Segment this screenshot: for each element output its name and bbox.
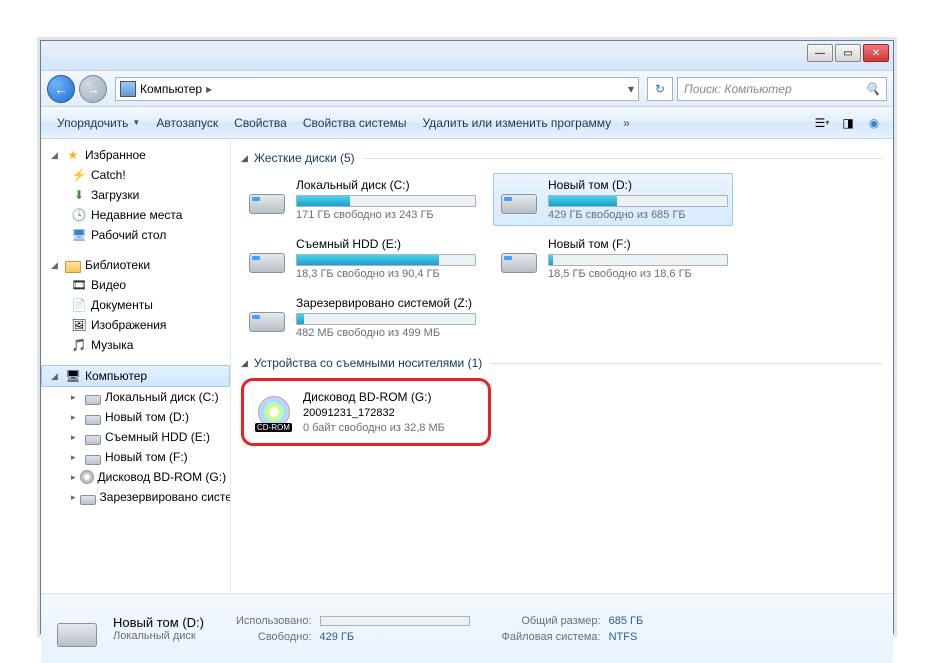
explorer-window: — ▭ ✕ ← → Компьютер ▸ ▾ ↻ Поиск: Компьют…: [40, 40, 894, 634]
sidebar-drive-f[interactable]: ▸Новый том (F:): [41, 447, 230, 467]
group-header-hdd[interactable]: ◢Жесткие диски (5): [241, 151, 883, 165]
sidebar-lib-music[interactable]: 🎵Музыка: [41, 335, 230, 355]
sidebar-fav-desktop[interactable]: 🖥Рабочий стол: [41, 225, 230, 245]
content-pane: ◢Жесткие диски (5) Локальный диск (C:) 1…: [231, 139, 893, 593]
sidebar-fav-recent[interactable]: 🕓Недавние места: [41, 205, 230, 225]
highlight-annotation: CD-ROM Дисковод BD-ROM (G:) 20091231_172…: [241, 378, 491, 446]
drive-usage-bar: [296, 195, 476, 207]
hdd-icon: [498, 178, 540, 220]
details-total-label: Общий размер:: [502, 615, 601, 627]
search-icon: 🔍: [865, 82, 880, 96]
drive-name: Дисковод BD-ROM (G:): [303, 390, 483, 404]
drive-name: Новый том (F:): [548, 237, 728, 251]
details-drive-icon: [53, 605, 101, 653]
details-free-label: Свободно:: [236, 631, 312, 643]
sidebar-drive-c[interactable]: ▸Локальный диск (C:): [41, 387, 230, 407]
address-dropdown-icon[interactable]: ▾: [628, 82, 634, 96]
sidebar-lib-video[interactable]: 🎞Видео: [41, 275, 230, 295]
drive-free-text: 18,5 ГБ свободно из 18,6 ГБ: [548, 268, 728, 280]
nav-forward-button[interactable]: →: [79, 75, 107, 103]
search-input[interactable]: Поиск: Компьютер 🔍: [677, 77, 887, 101]
drive-label: 20091231_172832: [303, 407, 483, 419]
organize-menu[interactable]: Упорядочить▼: [49, 112, 148, 134]
drive-usage-bar: [296, 313, 476, 325]
drive-usage-bar: [296, 254, 476, 266]
address-text: Компьютер: [140, 82, 202, 96]
hdd-icon: [246, 296, 288, 338]
details-fs-value: NTFS: [609, 631, 644, 643]
navbar: ← → Компьютер ▸ ▾ ↻ Поиск: Компьютер 🔍: [41, 71, 893, 107]
refresh-button[interactable]: ↻: [647, 77, 673, 101]
details-used-label: Использовано:: [236, 615, 312, 627]
properties-button[interactable]: Свойства: [226, 112, 295, 134]
autoplay-button[interactable]: Автозапуск: [148, 112, 226, 134]
sidebar-favorites[interactable]: ◢★Избранное: [41, 145, 230, 165]
drive-item[interactable]: Съемный HDD (E:) 18,3 ГБ свободно из 90,…: [241, 232, 481, 285]
drive-free-text: 0 байт свободно из 32,8 МБ: [303, 422, 483, 434]
hdd-icon: [498, 237, 540, 279]
sidebar-computer[interactable]: ◢🖥Компьютер: [41, 365, 230, 387]
titlebar[interactable]: — ▭ ✕: [41, 41, 893, 71]
details-total-value: 685 ГБ: [609, 615, 644, 627]
drive-usage-bar: [548, 254, 728, 266]
cd-drive-icon: CD-ROM: [253, 390, 295, 432]
hdd-icon: [246, 237, 288, 279]
drive-item[interactable]: Новый том (D:) 429 ГБ свободно из 685 ГБ: [493, 173, 733, 226]
address-bar[interactable]: Компьютер ▸ ▾: [115, 77, 639, 101]
sidebar-drive-z[interactable]: ▸Зарезервировано систем: [41, 487, 230, 507]
drive-free-text: 18,3 ГБ свободно из 90,4 ГБ: [296, 268, 476, 280]
sidebar-drive-e[interactable]: ▸Съемный HDD (E:): [41, 427, 230, 447]
sidebar-lib-images[interactable]: 🖼Изображения: [41, 315, 230, 335]
details-fs-label: Файловая система:: [502, 631, 601, 643]
drive-grid-hdd: Локальный диск (C:) 171 ГБ свободно из 2…: [241, 173, 883, 344]
sidebar: ◢★Избранное ⚡Catch! ⬇Загрузки 🕓Недавние …: [41, 139, 231, 593]
details-subtitle: Локальный диск: [113, 630, 204, 642]
preview-pane-button[interactable]: ◨: [837, 112, 859, 134]
drive-free-text: 482 МБ свободно из 499 МБ: [296, 327, 476, 339]
details-free-value: 429 ГБ: [320, 631, 470, 643]
minimize-button[interactable]: —: [807, 44, 833, 62]
sidebar-drive-g[interactable]: ▸Дисковод BD-ROM (G:) 2: [41, 467, 230, 487]
drive-name: Новый том (D:): [548, 178, 728, 192]
drive-item[interactable]: Локальный диск (C:) 171 ГБ свободно из 2…: [241, 173, 481, 226]
chevron-right-icon[interactable]: ▸: [202, 82, 216, 96]
details-usage-bar: [320, 616, 470, 626]
hdd-icon: [246, 178, 288, 220]
toolbar: Упорядочить▼ Автозапуск Свойства Свойств…: [41, 107, 893, 139]
details-title: Новый том (D:): [113, 615, 204, 630]
uninstall-button[interactable]: Удалить или изменить программу: [415, 112, 620, 134]
drive-name: Съемный HDD (E:): [296, 237, 476, 251]
details-pane: Новый том (D:) Локальный диск Использова…: [41, 593, 893, 663]
maximize-button[interactable]: ▭: [835, 44, 861, 62]
toolbar-overflow[interactable]: »: [623, 116, 630, 130]
sidebar-lib-docs[interactable]: 📄Документы: [41, 295, 230, 315]
sidebar-fav-catch[interactable]: ⚡Catch!: [41, 165, 230, 185]
sidebar-libraries[interactable]: ◢Библиотеки: [41, 255, 230, 275]
group-header-removable[interactable]: ◢Устройства со съемными носителями (1): [241, 356, 883, 370]
help-button[interactable]: ◉: [863, 112, 885, 134]
drive-item[interactable]: Зарезервировано системой (Z:) 482 МБ сво…: [241, 291, 481, 344]
computer-icon: [120, 81, 136, 97]
drive-item-bd-rom[interactable]: CD-ROM Дисковод BD-ROM (G:) 20091231_172…: [248, 385, 488, 439]
nav-back-button[interactable]: ←: [47, 75, 75, 103]
drive-name: Зарезервировано системой (Z:): [296, 296, 476, 310]
sidebar-drive-d[interactable]: ▸Новый том (D:): [41, 407, 230, 427]
drive-free-text: 429 ГБ свободно из 685 ГБ: [548, 209, 728, 221]
search-placeholder: Поиск: Компьютер: [684, 82, 792, 96]
sidebar-fav-downloads[interactable]: ⬇Загрузки: [41, 185, 230, 205]
system-properties-button[interactable]: Свойства системы: [295, 112, 415, 134]
drive-free-text: 171 ГБ свободно из 243 ГБ: [296, 209, 476, 221]
drive-usage-bar: [548, 195, 728, 207]
drive-name: Локальный диск (C:): [296, 178, 476, 192]
view-mode-button[interactable]: ☰▾: [811, 112, 833, 134]
drive-item[interactable]: Новый том (F:) 18,5 ГБ свободно из 18,6 …: [493, 232, 733, 285]
close-button[interactable]: ✕: [863, 44, 889, 62]
